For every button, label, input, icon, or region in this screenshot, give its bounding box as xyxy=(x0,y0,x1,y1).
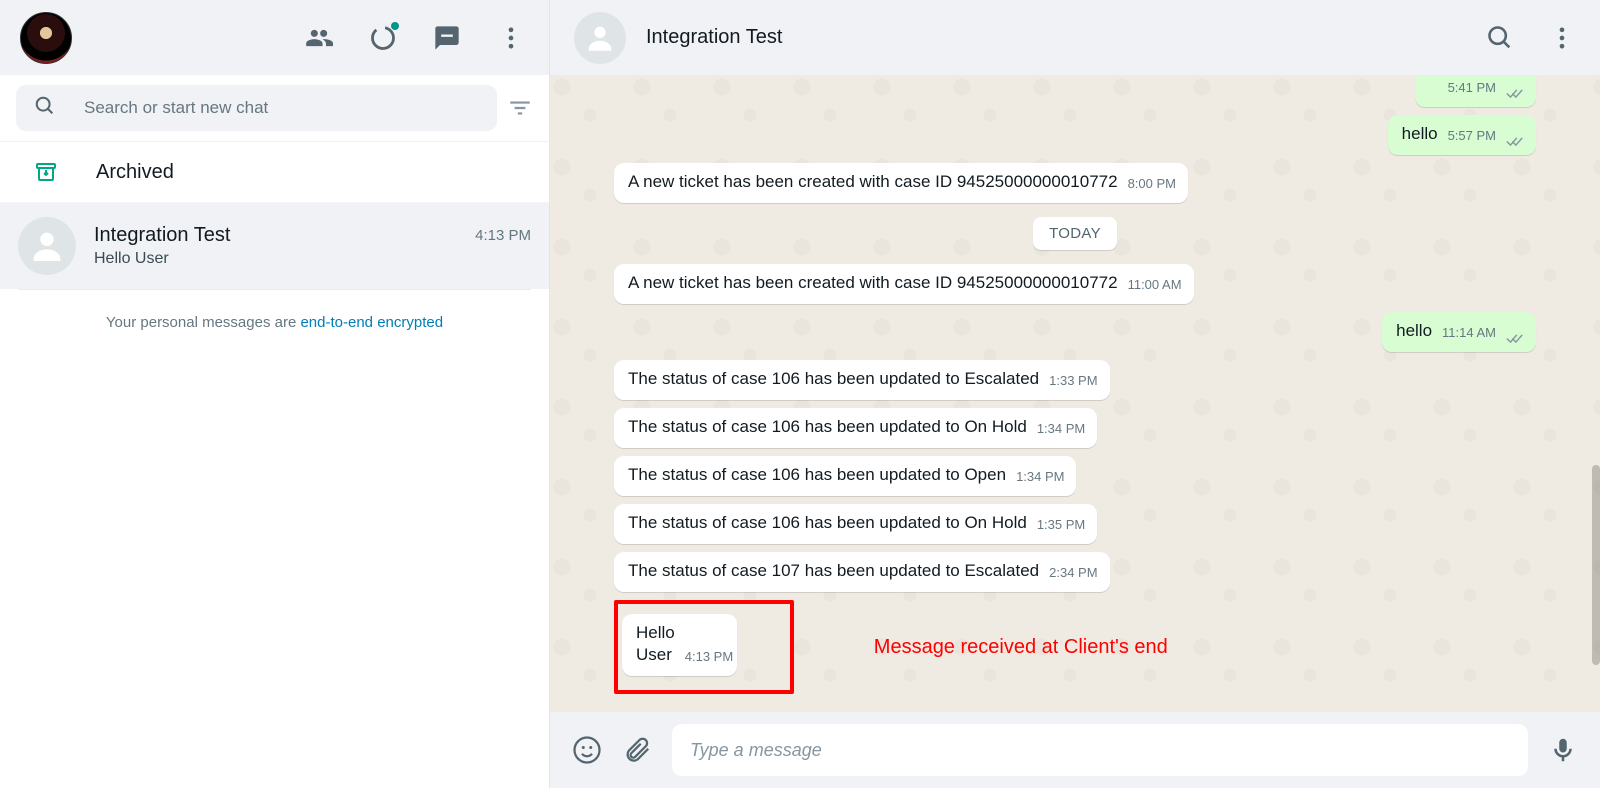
message-time: 1:33 PM xyxy=(1049,370,1097,392)
message-row: Hello User 4:13 PM Message received at Cli… xyxy=(614,600,1536,694)
annotation-text: Message received at Client's end xyxy=(874,636,1168,659)
date-separator: TODAY xyxy=(614,217,1536,250)
sidebar-header xyxy=(0,0,549,75)
message-text: A new ticket has been created with case … xyxy=(628,171,1118,193)
message-row: hello 5:57 PM xyxy=(614,115,1536,155)
message-text: hello xyxy=(1396,320,1432,342)
message-text: The status of case 106 has been updated … xyxy=(628,416,1027,438)
emoji-icon[interactable] xyxy=(572,735,602,765)
message-text: The status of case 106 has been updated … xyxy=(628,368,1039,390)
message-text: A new ticket has been created with case … xyxy=(628,272,1118,294)
archived-button[interactable]: Archived xyxy=(0,142,549,203)
filter-icon[interactable] xyxy=(507,95,533,121)
chat-name: Integration Test xyxy=(94,224,230,247)
compose-input-wrap[interactable] xyxy=(672,724,1528,776)
incoming-message[interactable]: The status of case 107 has been updated … xyxy=(614,552,1110,592)
message-text: hello xyxy=(1402,123,1438,145)
groups-icon[interactable] xyxy=(305,24,333,52)
message-row: The status of case 107 has been updated … xyxy=(614,552,1536,592)
message-time: 5:57 PM xyxy=(1448,125,1496,147)
conversation-menu-icon[interactable] xyxy=(1548,24,1576,52)
incoming-message[interactable]: Hello User 4:13 PM xyxy=(622,614,737,676)
message-time: 8:00 PM xyxy=(1128,173,1176,195)
message-text: The status of case 106 has been updated … xyxy=(628,464,1006,486)
message-time: 2:34 PM xyxy=(1049,562,1097,584)
message-time: 11:14 AM xyxy=(1442,322,1496,344)
mic-icon[interactable] xyxy=(1548,735,1578,765)
incoming-message[interactable]: The status of case 106 has been updated … xyxy=(614,408,1097,448)
read-ticks-icon xyxy=(1506,132,1524,145)
message-time: 11:00 AM xyxy=(1128,274,1182,296)
search-input[interactable] xyxy=(84,98,479,118)
chat-preview: Hello User xyxy=(94,250,531,268)
message-input[interactable] xyxy=(690,740,1510,761)
message-row: A new ticket has been created with case … xyxy=(614,264,1536,304)
search-row xyxy=(0,75,549,142)
archived-label: Archived xyxy=(96,161,174,184)
archive-icon xyxy=(34,160,58,184)
attach-icon[interactable] xyxy=(622,735,652,765)
incoming-message[interactable]: A new ticket has been created with case … xyxy=(614,163,1188,203)
message-row: The status of case 106 has been updated … xyxy=(614,456,1536,496)
message-text: Hello User xyxy=(636,622,675,666)
message-row: The status of case 106 has been updated … xyxy=(614,408,1536,448)
message-text: The status of case 106 has been updated … xyxy=(628,512,1027,534)
message-row: The status of case 106 has been updated … xyxy=(614,504,1536,544)
message-row: x5:41 PM xyxy=(614,75,1536,107)
conversation-avatar[interactable] xyxy=(574,12,626,64)
conversation-header: Integration Test xyxy=(550,0,1600,75)
read-ticks-icon xyxy=(1506,84,1524,97)
incoming-message[interactable]: The status of case 106 has been updated … xyxy=(614,456,1076,496)
message-time: 5:41 PM xyxy=(1448,77,1496,99)
message-time: 1:35 PM xyxy=(1037,514,1085,536)
date-chip: TODAY xyxy=(1033,217,1117,250)
search-icon xyxy=(34,95,56,122)
menu-icon[interactable] xyxy=(497,24,525,52)
avatar xyxy=(18,217,76,275)
scrollbar[interactable] xyxy=(1592,465,1600,665)
compose-bar xyxy=(550,712,1600,788)
message-text: The status of case 107 has been updated … xyxy=(628,560,1039,582)
search-in-chat-icon[interactable] xyxy=(1486,24,1514,52)
outgoing-message[interactable]: hello 11:14 AM xyxy=(1382,312,1536,352)
chat-list-item[interactable]: Integration Test 4:13 PM Hello User xyxy=(0,203,549,289)
message-time: 1:34 PM xyxy=(1016,466,1064,488)
message-row: The status of case 106 has been updated … xyxy=(614,360,1536,400)
outgoing-message[interactable]: x5:41 PM xyxy=(1415,75,1536,107)
incoming-message[interactable]: The status of case 106 has been updated … xyxy=(614,504,1097,544)
status-icon[interactable] xyxy=(369,24,397,52)
outgoing-message[interactable]: hello 5:57 PM xyxy=(1388,115,1536,155)
message-row: A new ticket has been created with case … xyxy=(614,163,1536,203)
encryption-notice: Your personal messages are end-to-end en… xyxy=(0,290,549,355)
annotation-highlight-box: Hello User 4:13 PM xyxy=(614,600,794,694)
read-ticks-icon xyxy=(1506,329,1524,342)
encryption-link[interactable]: end-to-end encrypted xyxy=(300,314,443,331)
search-box[interactable] xyxy=(16,85,497,131)
chat-time: 4:13 PM xyxy=(475,227,531,244)
conversation-title[interactable]: Integration Test xyxy=(646,26,1466,49)
messages-scroll[interactable]: x5:41 PM hello 5:57 PM A new ticket has bee… xyxy=(550,75,1600,712)
new-chat-icon[interactable] xyxy=(433,24,461,52)
user-avatar[interactable] xyxy=(20,12,72,64)
incoming-message[interactable]: The status of case 106 has been updated … xyxy=(614,360,1110,400)
message-time: 4:13 PM xyxy=(685,646,733,668)
sidebar: Archived Integration Test 4:13 PM Hello … xyxy=(0,0,550,788)
message-time: 1:34 PM xyxy=(1037,418,1085,440)
message-row: hello 11:14 AM xyxy=(614,312,1536,352)
conversation-pane: Integration Test x5:41 PM hello 5:57 PM A n… xyxy=(550,0,1600,788)
incoming-message[interactable]: A new ticket has been created with case … xyxy=(614,264,1194,304)
